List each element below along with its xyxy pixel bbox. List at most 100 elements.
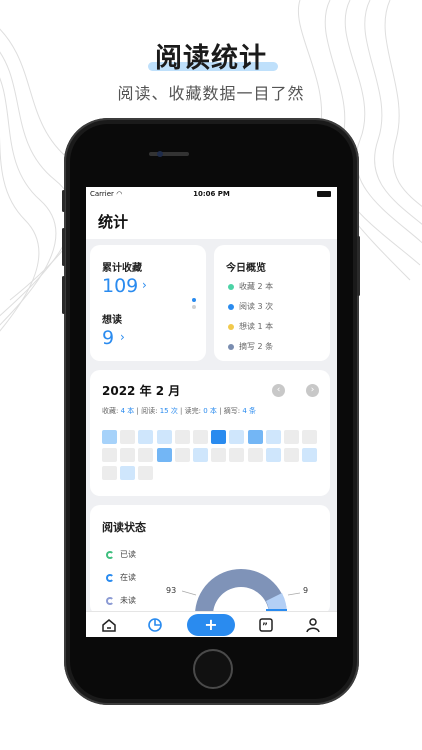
stats-collect-prefix: 收藏:	[102, 407, 121, 415]
heatmap-day-cell[interactable]	[138, 466, 154, 480]
status-reading: 在读	[106, 572, 136, 583]
heatmap-day-cell[interactable]	[229, 430, 245, 444]
today-item-label: 收藏 2 本	[239, 282, 274, 291]
add-button[interactable]: +	[187, 614, 235, 636]
green-dot-icon	[228, 283, 234, 290]
stats-note-value: 4 条	[242, 407, 257, 415]
phone-speaker	[149, 152, 189, 156]
nav-bar: 统计	[86, 201, 337, 239]
phone-volume-down	[62, 276, 65, 314]
today-item-label: 摘写 2 条	[239, 342, 274, 351]
app-screen: Carrier ◠ 10:06 PM 统计 累计收藏 109 › 想读 9 › …	[86, 187, 337, 637]
heatmap-day-cell[interactable]	[120, 466, 136, 480]
status-unread-label: 未读	[120, 596, 136, 605]
today-item: 收藏 2 本	[228, 281, 273, 292]
page-indicator-dot-active	[192, 298, 196, 302]
heatmap-day-cell[interactable]	[120, 448, 136, 462]
today-item: 阅读 3 次	[228, 301, 273, 312]
right-leader-line	[287, 592, 301, 596]
heatmap-day-cell[interactable]	[193, 448, 208, 462]
heatmap-day-cell[interactable]	[102, 448, 117, 462]
today-overview-card: 今日概览 收藏 2 本 阅读 3 次 想读 1 本 摘写 2 条	[214, 245, 330, 361]
phone-side-button	[62, 190, 65, 212]
read-ring-icon	[106, 550, 114, 559]
want-read-label: 想读	[102, 315, 122, 326]
stats-pie-icon[interactable]	[146, 616, 164, 634]
status-read-label: 已读	[120, 550, 136, 559]
heatmap-day-cell[interactable]	[247, 448, 263, 462]
today-item-label: 阅读 3 次	[239, 302, 274, 311]
unread-ring-icon	[106, 596, 114, 605]
phone-volume-up	[62, 228, 65, 266]
heatmap-day-cell[interactable]	[211, 448, 227, 462]
today-item-label: 想读 1 本	[239, 322, 274, 331]
heatmap-day-cell[interactable]	[284, 448, 299, 462]
svg-text:”: ”	[262, 622, 268, 632]
yellow-dot-icon	[228, 323, 234, 330]
status-bar: Carrier ◠ 10:06 PM	[86, 187, 337, 201]
status-unread: 未读	[106, 595, 136, 606]
battery-icon	[317, 191, 331, 197]
heatmap-day-cell[interactable]	[102, 430, 117, 444]
reading-status-card: 阅读状态 已读 在读 未读 93 9	[90, 505, 330, 619]
reading-status-title: 阅读状态	[102, 521, 146, 534]
phone-home-button	[193, 649, 233, 689]
profile-icon[interactable]	[304, 616, 322, 634]
heatmap-day-cell[interactable]	[265, 430, 281, 444]
stats-read-value: 15 次	[159, 407, 178, 415]
stats-note-prefix: | 摘写:	[216, 407, 243, 415]
heatmap-day-cell[interactable]	[302, 448, 318, 462]
stats-done-prefix: | 读完:	[177, 407, 204, 415]
status-read: 已读	[106, 549, 136, 560]
gray-dot-icon	[228, 343, 234, 350]
heatmap-day-cell[interactable]	[302, 430, 318, 444]
month-card: 2022 年 2 月 ‹ › 收藏: 4 本 | 阅读: 15 次 | 读完: …	[90, 370, 330, 496]
home-icon[interactable]	[100, 616, 118, 634]
stats-read-prefix: | 阅读:	[134, 407, 160, 415]
chevron-right-icon: ›	[120, 330, 125, 344]
reading-ring-icon	[106, 573, 114, 582]
donut-label-left: 93	[166, 586, 176, 595]
blue-dot-icon	[228, 303, 234, 310]
heatmap-day-cell[interactable]	[247, 430, 263, 444]
stats-done-value: 0 本	[203, 407, 217, 415]
status-time: 10:06 PM	[193, 190, 230, 198]
heatmap-day-cell[interactable]	[102, 466, 117, 480]
heatmap-day-cell[interactable]	[193, 430, 208, 444]
collect-card: 累计收藏 109 › 想读 9 ›	[90, 245, 206, 361]
total-collect-value: 109	[102, 275, 139, 297]
left-leader-line	[181, 590, 197, 596]
next-month-button[interactable]: ›	[306, 384, 319, 397]
phone-camera	[157, 151, 163, 157]
total-collect-label: 累计收藏	[102, 263, 142, 274]
phone-power-button	[357, 236, 360, 296]
promo-headline: 阅读统计	[155, 43, 267, 74]
chevron-right-icon: ›	[142, 278, 147, 292]
donut-label-right: 9	[303, 586, 308, 595]
heatmap-day-cell[interactable]	[211, 430, 227, 444]
heatmap-day-cell[interactable]	[174, 448, 190, 462]
heatmap-day-cell[interactable]	[120, 430, 136, 444]
heatmap-day-cell[interactable]	[138, 448, 154, 462]
page-indicator-dot	[192, 305, 196, 309]
heatmap-day-cell[interactable]	[284, 430, 299, 444]
promo-subline: 阅读、收藏数据一目了然	[117, 84, 305, 103]
today-item: 想读 1 本	[228, 321, 273, 332]
heatmap-day-cell[interactable]	[138, 430, 154, 444]
heatmap-day-cell[interactable]	[156, 430, 172, 444]
today-overview-title: 今日概览	[226, 263, 266, 274]
heatmap-day-cell[interactable]	[265, 448, 281, 462]
quote-icon[interactable]: ”	[257, 616, 275, 634]
month-stats: 收藏: 4 本 | 阅读: 15 次 | 读完: 0 本 | 摘写: 4 条	[102, 406, 256, 416]
page-title: 统计	[98, 213, 129, 231]
heatmap-day-cell[interactable]	[174, 430, 190, 444]
status-reading-label: 在读	[120, 573, 136, 582]
tab-bar: + ”	[86, 611, 337, 637]
month-title: 2022 年 2 月	[102, 384, 181, 398]
heatmap-day-cell[interactable]	[156, 448, 172, 462]
prev-month-button[interactable]: ‹	[272, 384, 285, 397]
heatmap-day-cell[interactable]	[229, 448, 245, 462]
want-read-value: 9	[102, 327, 115, 349]
today-item: 摘写 2 条	[228, 341, 273, 352]
stats-collect-value: 4 本	[120, 407, 135, 415]
